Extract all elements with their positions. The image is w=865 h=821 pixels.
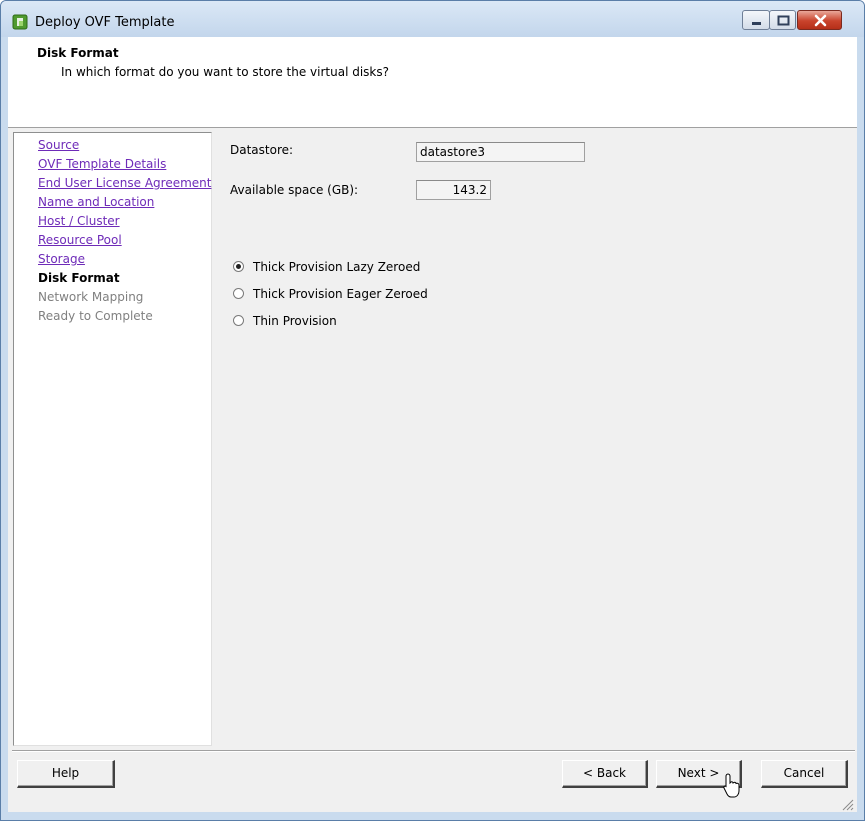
title-bar[interactable]: Deploy OVF Template xyxy=(1,1,864,37)
nav-step-host-cluster[interactable]: Host / Cluster xyxy=(38,214,120,228)
nav-step-ovf-template-details[interactable]: OVF Template Details xyxy=(38,157,166,171)
wizard-steps-nav: Source OVF Template Details End User Lic… xyxy=(13,132,212,746)
option-label: Thick Provision Lazy Zeroed xyxy=(253,260,421,274)
page-title: Disk Format xyxy=(37,46,119,60)
close-button[interactable] xyxy=(797,10,842,30)
close-icon xyxy=(814,14,827,27)
mouse-pointer-icon xyxy=(723,773,740,798)
nav-step-resource-pool[interactable]: Resource Pool xyxy=(38,233,122,247)
option-label: Thick Provision Eager Zeroed xyxy=(253,287,428,301)
maximize-icon xyxy=(777,15,790,26)
deploy-ovf-window: Deploy OVF Template Disk Format In which… xyxy=(0,0,865,821)
minimize-button[interactable] xyxy=(742,10,770,30)
window-title: Deploy OVF Template xyxy=(35,15,175,30)
maximize-button[interactable] xyxy=(769,10,796,30)
radio-button[interactable] xyxy=(233,288,244,299)
wizard-client-area: Disk Format In which format do you want … xyxy=(8,37,857,812)
nav-step-storage[interactable]: Storage xyxy=(38,252,85,266)
available-space-label: Available space (GB): xyxy=(230,183,359,197)
nav-step-disk-format: Disk Format xyxy=(38,271,120,285)
nav-step-network-mapping: Network Mapping xyxy=(38,290,144,304)
cancel-button[interactable]: Cancel xyxy=(761,760,848,788)
option-label: Thin Provision xyxy=(253,314,337,328)
wizard-header: Disk Format In which format do you want … xyxy=(8,37,857,128)
datastore-field: datastore3 xyxy=(416,142,585,162)
option-thick-lazy-zeroed[interactable]: Thick Provision Lazy Zeroed xyxy=(233,260,420,274)
nav-step-ready-to-complete: Ready to Complete xyxy=(38,309,153,323)
help-button[interactable]: Help xyxy=(17,760,115,788)
option-thick-eager-zeroed[interactable]: Thick Provision Eager Zeroed xyxy=(233,287,428,301)
option-thin-provision[interactable]: Thin Provision xyxy=(233,314,337,328)
available-space-field: 143.2 xyxy=(416,180,491,200)
back-button[interactable]: < Back xyxy=(562,760,648,788)
datastore-label: Datastore: xyxy=(230,143,294,157)
resize-grip-icon[interactable] xyxy=(840,797,854,811)
page-subtitle: In which format do you want to store the… xyxy=(61,65,390,79)
disk-format-content: Datastore: datastore3 Available space (G… xyxy=(211,132,857,746)
radio-button[interactable] xyxy=(233,315,244,326)
vsphere-app-icon xyxy=(12,14,28,30)
footer-divider xyxy=(12,750,855,752)
nav-step-source[interactable]: Source xyxy=(38,138,79,152)
nav-step-eula[interactable]: End User License Agreement xyxy=(38,176,211,190)
minimize-icon xyxy=(752,22,761,25)
nav-step-name-location[interactable]: Name and Location xyxy=(38,195,154,209)
radio-button-selected[interactable] xyxy=(233,261,244,272)
